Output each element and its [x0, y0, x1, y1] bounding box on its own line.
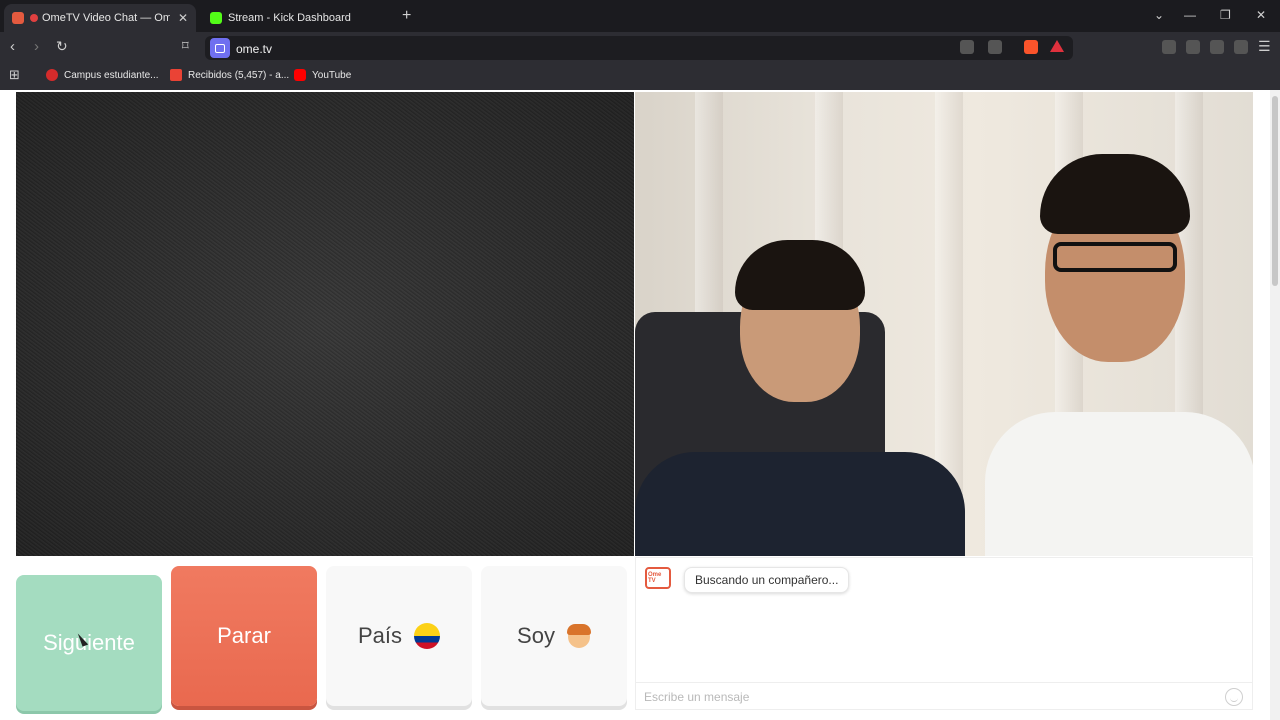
ometv-favicon-icon	[12, 12, 24, 24]
country-button[interactable]: País	[326, 566, 472, 706]
minimize-icon[interactable]: —	[1184, 8, 1196, 22]
person-left-body	[635, 452, 965, 556]
bookmark-label: YouTube	[312, 69, 352, 81]
forward-icon[interactable]: ›	[34, 38, 39, 55]
restore-icon[interactable]: ❐	[1220, 8, 1231, 22]
colombia-flag-icon	[414, 623, 441, 649]
tab-ometv[interactable]: OmeTV Video Chat — Omeg ✕	[4, 4, 196, 32]
bookmark-icon[interactable]: ⌑	[182, 38, 189, 54]
boy-emoji-icon	[566, 624, 591, 648]
status-message-text: Buscando un compañero...	[695, 573, 839, 587]
cast-icon[interactable]	[988, 40, 1002, 54]
country-button-label: País	[357, 623, 403, 648]
next-button-label: Siguiente	[43, 630, 135, 655]
back-icon[interactable]: ‹	[10, 38, 15, 55]
vpn-shield-icon[interactable]	[1234, 40, 1248, 54]
tab-title: OmeTV Video Chat — Omeg	[42, 12, 170, 24]
reload-icon[interactable]: ↻	[56, 38, 68, 55]
youtube-icon	[294, 69, 306, 81]
tab-title: Stream - Kick Dashboard	[228, 12, 351, 24]
tab-list-chevron-icon[interactable]: ⌄	[1154, 8, 1164, 22]
gender-button-label: Soy	[517, 623, 555, 648]
recording-dot-icon	[30, 14, 38, 22]
partner-video-static	[16, 92, 634, 556]
brave-rewards-icon[interactable]	[1050, 40, 1064, 52]
gmail-icon	[170, 69, 182, 81]
url-text[interactable]: ome.tv	[236, 42, 272, 56]
campus-favicon-icon	[46, 69, 58, 81]
scrollbar-thumb[interactable]	[1272, 96, 1278, 286]
site-camera-icon	[210, 38, 230, 58]
ometv-logo-icon: Ome TV	[645, 567, 671, 589]
window-close-icon[interactable]: ✕	[1256, 8, 1266, 22]
tab-kick[interactable]: Stream - Kick Dashboard	[202, 4, 398, 32]
message-input[interactable]	[644, 689, 1204, 705]
glasses	[1053, 242, 1177, 272]
close-icon[interactable]: ✕	[178, 11, 188, 25]
gender-button[interactable]: Soy	[481, 566, 627, 706]
address-bar[interactable]	[205, 36, 1073, 60]
bookmark-youtube[interactable]: YouTube	[294, 69, 351, 81]
bookmark-label: Recibidos (5,457) - a...	[188, 69, 290, 81]
wallet-icon[interactable]	[1186, 40, 1200, 54]
logo-text: Ome TV	[648, 572, 662, 584]
sidebar-icon[interactable]	[1162, 40, 1176, 54]
person-right-body	[985, 412, 1253, 556]
stop-button-label: Parar	[217, 623, 271, 648]
menu-icon[interactable]: ☰	[1258, 38, 1271, 55]
stop-button[interactable]: Parar	[171, 566, 317, 706]
status-message: Buscando un compañero...	[684, 567, 850, 593]
bookmark-campus[interactable]: Campus estudiante...	[46, 69, 159, 81]
bookmark-gmail[interactable]: Recibidos (5,457) - a...	[170, 69, 289, 81]
chat-divider	[636, 682, 1252, 683]
new-tab-icon[interactable]: +	[402, 7, 411, 25]
person-left-hair	[735, 240, 865, 310]
apps-grid-icon[interactable]: ⊞	[9, 67, 20, 83]
translate-icon[interactable]	[960, 40, 974, 54]
kick-favicon-icon	[210, 12, 222, 24]
next-button[interactable]: Siguiente	[16, 575, 162, 711]
bookmark-label: Campus estudiante...	[64, 69, 159, 81]
self-camera-video	[635, 92, 1253, 556]
page-scrollbar[interactable]	[1270, 90, 1280, 720]
leo-ai-icon[interactable]	[1210, 40, 1224, 54]
brave-shields-icon[interactable]	[1024, 40, 1038, 54]
emoji-icon[interactable]	[1225, 688, 1243, 706]
